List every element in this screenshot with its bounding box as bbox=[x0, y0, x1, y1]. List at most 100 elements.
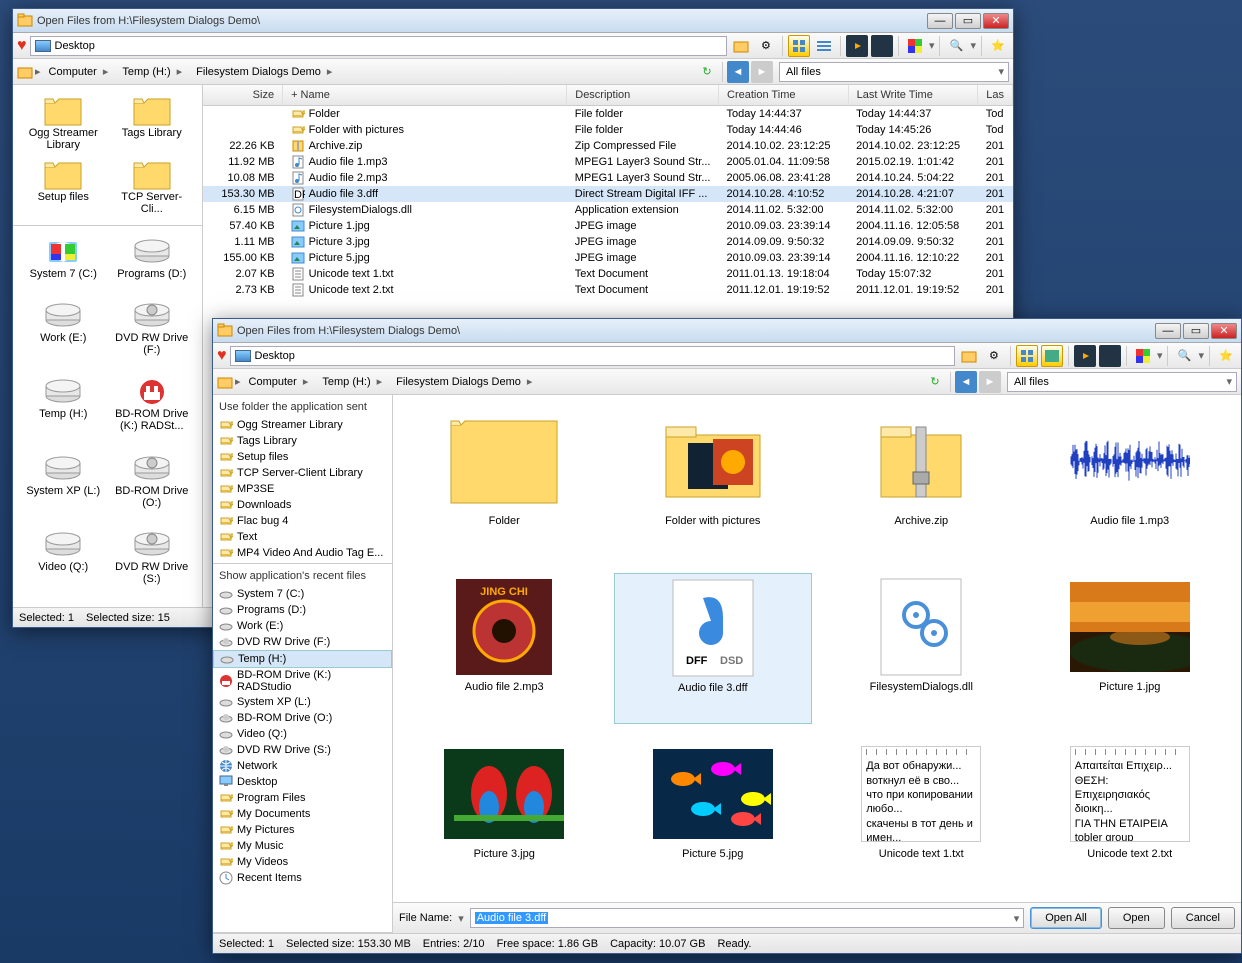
thumbnail-item[interactable]: Folder with pictures bbox=[614, 407, 813, 557]
nav-forward-button[interactable]: ► bbox=[751, 61, 773, 83]
refresh-icon[interactable]: ↻ bbox=[924, 371, 946, 393]
tree-place-item[interactable]: Desktop bbox=[213, 774, 392, 790]
address-field[interactable]: Desktop bbox=[30, 36, 727, 56]
tree-folder-item[interactable]: Setup files bbox=[213, 449, 392, 465]
tree-place-item[interactable]: System XP (L:) bbox=[213, 694, 392, 710]
nav-back-button[interactable]: ◄ bbox=[955, 371, 977, 393]
thumbnail-item[interactable]: Archive.zip bbox=[822, 407, 1021, 557]
close-button[interactable]: ✕ bbox=[1211, 323, 1237, 339]
tree-folder-item[interactable]: Text bbox=[213, 529, 392, 545]
tree-place-item[interactable]: My Pictures bbox=[213, 822, 392, 838]
drive-item[interactable]: width="40" height="28">DVD RW Drive (F:) bbox=[110, 298, 195, 370]
breadcrumb-temp-h[interactable]: Temp (H:)▸ bbox=[316, 373, 388, 390]
maximize-button[interactable]: ▭ bbox=[955, 13, 981, 29]
dropdown-arrow-icon[interactable]: ▾ bbox=[929, 39, 935, 52]
tree-place-item[interactable]: BD-ROM Drive (O:) bbox=[213, 710, 392, 726]
tree-folder-item[interactable]: TCP Server-Client Library bbox=[213, 465, 392, 481]
chevron-right-icon[interactable]: ▸ bbox=[35, 65, 41, 78]
drive-item[interactable]: BD-ROM Drive (K:) RADSt... bbox=[110, 374, 195, 446]
favorite-item[interactable]: Setup files bbox=[21, 157, 106, 217]
breadcrumb-fsd-demo[interactable]: Filesystem Dialogs Demo▸ bbox=[190, 63, 338, 80]
col-name[interactable]: + Name bbox=[283, 85, 567, 106]
tree-place-item[interactable]: BD-ROM Drive (K:) RADStudio bbox=[213, 668, 392, 694]
view-thumbnails-button[interactable] bbox=[788, 35, 810, 57]
file-row[interactable]: FolderFile folderToday 14:44:37Today 14:… bbox=[203, 106, 1013, 123]
tree-place-item[interactable]: My Videos bbox=[213, 854, 392, 870]
view-icons-button[interactable] bbox=[1041, 345, 1063, 367]
search-button[interactable]: 🔍 bbox=[945, 35, 967, 57]
tree-place-item[interactable]: My Documents bbox=[213, 806, 392, 822]
color-button[interactable] bbox=[904, 35, 926, 57]
preview-button-1[interactable] bbox=[1074, 345, 1096, 367]
tree-folder-item[interactable]: Downloads bbox=[213, 497, 392, 513]
breadcrumb-fsd-demo[interactable]: Filesystem Dialogs Demo▸ bbox=[390, 373, 538, 390]
thumbnail-item[interactable]: Picture 1.jpg bbox=[1031, 573, 1230, 725]
file-row[interactable]: 2.07 KBUnicode text 1.txtText Document20… bbox=[203, 266, 1013, 282]
filename-field[interactable]: Audio file 3.dff ▾ bbox=[470, 908, 1025, 928]
file-row[interactable]: 22.26 KBArchive.zipZip Compressed File20… bbox=[203, 138, 1013, 154]
file-row[interactable]: 155.00 KBPicture 5.jpgJPEG image2010.09.… bbox=[203, 250, 1013, 266]
favorites-icon[interactable]: ♥ bbox=[217, 347, 227, 365]
file-row[interactable]: 6.15 MBFilesystemDialogs.dllApplication … bbox=[203, 202, 1013, 218]
star-button[interactable]: ⭐ bbox=[1215, 345, 1237, 367]
file-row[interactable]: Folder with picturesFile folderToday 14:… bbox=[203, 122, 1013, 138]
preview-button-2[interactable] bbox=[1099, 345, 1121, 367]
tree-place-item[interactable]: DVD RW Drive (F:) bbox=[213, 634, 392, 650]
maximize-button[interactable]: ▭ bbox=[1183, 323, 1209, 339]
search-button[interactable]: 🔍 bbox=[1173, 345, 1195, 367]
drive-item[interactable]: Programs (D:) bbox=[110, 234, 195, 294]
tree-folder-item[interactable]: Flac bug 4 bbox=[213, 513, 392, 529]
tree-folder-item[interactable]: MP3SE bbox=[213, 481, 392, 497]
file-row[interactable]: 10.08 MBAudio file 2.mp3MPEG1 Layer3 Sou… bbox=[203, 170, 1013, 186]
drive-item[interactable]: Temp (H:) bbox=[21, 374, 106, 446]
gear-icon[interactable]: ⚙ bbox=[755, 35, 777, 57]
tree-place-item[interactable]: Programs (D:) bbox=[213, 602, 392, 618]
tree-place-item[interactable]: System 7 (C:) bbox=[213, 586, 392, 602]
nav-forward-button[interactable]: ► bbox=[979, 371, 1001, 393]
tree-place-item[interactable]: Work (E:) bbox=[213, 618, 392, 634]
breadcrumb-temp-h[interactable]: Temp (H:)▸ bbox=[116, 63, 188, 80]
titlebar[interactable]: Open Files from H:\Filesystem Dialogs De… bbox=[13, 9, 1013, 33]
thumbnail-item[interactable]: JING CHIAudio file 2.mp3 bbox=[405, 573, 604, 725]
tree-folder-item[interactable]: Tags Library bbox=[213, 433, 392, 449]
tree-place-item[interactable]: Recent Items bbox=[213, 870, 392, 886]
chevron-right-icon[interactable]: ▸ bbox=[235, 375, 241, 388]
preview-button-1[interactable] bbox=[846, 35, 868, 57]
nav-back-button[interactable]: ◄ bbox=[727, 61, 749, 83]
col-last-write-time[interactable]: Last Write Time bbox=[848, 85, 978, 106]
view-details-button[interactable] bbox=[813, 35, 835, 57]
gear-icon[interactable]: ⚙ bbox=[983, 345, 1005, 367]
filter-field[interactable]: All files bbox=[1007, 372, 1237, 392]
favorite-item[interactable]: Ogg Streamer Library bbox=[21, 93, 106, 153]
dropdown-arrow-icon[interactable]: ▾ bbox=[458, 912, 464, 925]
favorite-item[interactable]: TCP Server-Cli... bbox=[110, 157, 195, 217]
dropdown-arrow-icon[interactable]: ▾ bbox=[1157, 349, 1163, 362]
thumbnail-item[interactable]: Folder bbox=[405, 407, 604, 557]
titlebar[interactable]: Open Files from H:\Filesystem Dialogs De… bbox=[213, 319, 1241, 343]
drive-item[interactable]: System 7 (C:) bbox=[21, 234, 106, 294]
filter-field[interactable]: All files bbox=[779, 62, 1009, 82]
tree-place-item[interactable]: Network bbox=[213, 758, 392, 774]
star-button[interactable]: ⭐ bbox=[987, 35, 1009, 57]
drive-item[interactable]: System XP (L:) bbox=[21, 451, 106, 523]
refresh-icon[interactable]: ↻ bbox=[696, 61, 718, 83]
drive-item[interactable]: width="40" height="28">BD-ROM Drive (O:) bbox=[110, 451, 195, 523]
drive-item[interactable]: Video (Q:) bbox=[21, 527, 106, 599]
tree-place-item[interactable]: Temp (H:) bbox=[213, 650, 392, 668]
close-button[interactable]: ✕ bbox=[983, 13, 1009, 29]
col-size[interactable]: Size bbox=[203, 85, 283, 106]
dropdown-arrow-icon[interactable]: ▾ bbox=[970, 39, 976, 52]
tree-place-item[interactable]: Program Files bbox=[213, 790, 392, 806]
file-row[interactable]: 57.40 KBPicture 1.jpgJPEG image2010.09.0… bbox=[203, 218, 1013, 234]
address-field[interactable]: Desktop bbox=[230, 346, 955, 366]
thumbnail-item[interactable]: Picture 3.jpg bbox=[405, 740, 604, 890]
thumbnail-grid[interactable]: FolderFolder with picturesArchive.zipAud… bbox=[393, 395, 1241, 902]
file-row[interactable]: 2.73 KBUnicode text 2.txtText Document20… bbox=[203, 282, 1013, 298]
thumbnail-item[interactable]: Да вот обнаружи...воткнул её в сво...что… bbox=[822, 740, 1021, 890]
drive-item[interactable]: width="40" height="28">DVD RW Drive (S:) bbox=[110, 527, 195, 599]
col-last-access[interactable]: Las bbox=[978, 85, 1013, 106]
breadcrumb-computer[interactable]: Computer▸ bbox=[243, 373, 315, 390]
view-thumbnails-button[interactable] bbox=[1016, 345, 1038, 367]
dropdown-arrow-icon[interactable]: ▾ bbox=[1198, 349, 1204, 362]
favorites-icon[interactable]: ♥ bbox=[17, 37, 27, 55]
